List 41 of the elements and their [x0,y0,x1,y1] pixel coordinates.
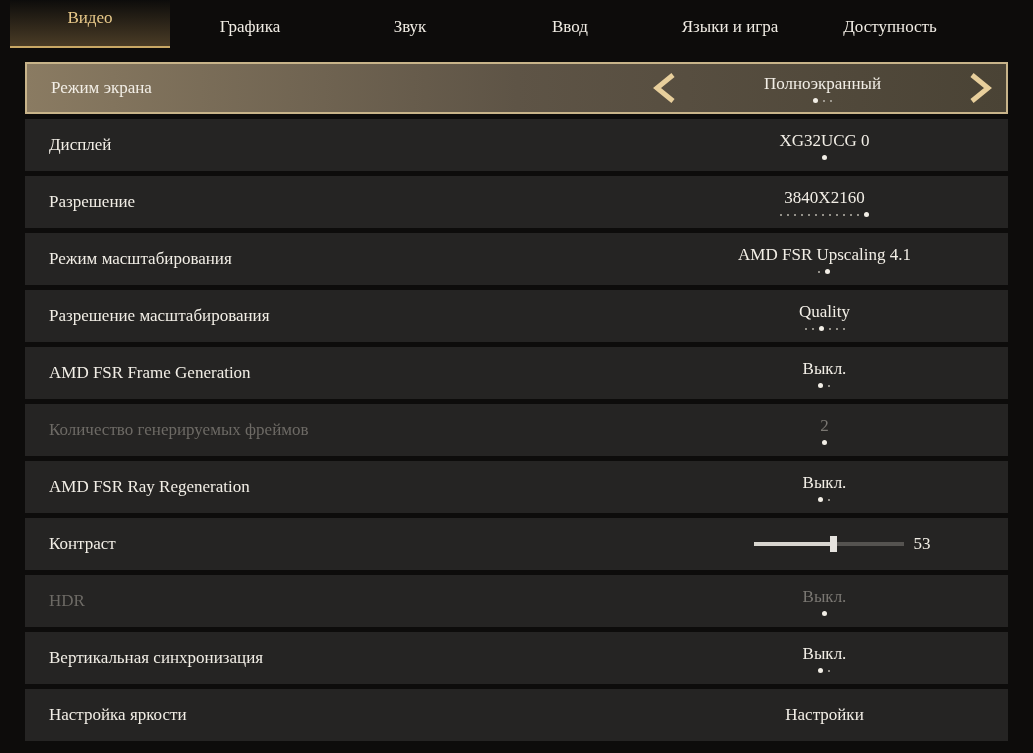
setting-row[interactable]: Режим экрана Полноэкранный [25,62,1008,114]
setting-value: AMD FSR Upscaling 4.1 [738,244,911,267]
setting-label: Вертикальная синхронизация [48,647,265,670]
setting-label: AMD FSR Frame Generation [48,362,252,385]
tab[interactable]: Графика [170,0,330,48]
setting-label: Разрешение масштабирования [48,305,271,328]
slider-thumb[interactable] [830,536,837,552]
slider-value: 53 [913,533,931,556]
setting-value: Выкл. [802,358,847,381]
setting-label: AMD FSR Ray Regeneration [48,476,251,499]
setting-label: Дисплей [48,134,113,157]
setting-row[interactable]: Дисплей XG32UCG 0 [25,119,1008,171]
settings-button[interactable]: Настройки [785,702,864,728]
tab[interactable]: Ввод [490,0,650,48]
setting-value: Выкл. [802,586,847,609]
setting-label: HDR [48,590,86,613]
setting-label: Контраст [48,533,117,556]
tab[interactable]: Языки и игра [650,0,810,48]
setting-label: Режим масштабирования [48,248,233,271]
setting-label: Режим экрана [50,77,153,100]
setting-value: XG32UCG 0 [779,130,870,153]
tab[interactable]: Видео [10,0,170,48]
setting-value: Выкл. [802,472,847,495]
setting-row[interactable]: Настройка яркости Настройки [25,689,1008,741]
setting-label: Разрешение [48,191,137,214]
setting-value: 3840X2160 [784,187,865,210]
setting-value: Quality [799,301,850,324]
setting-value: 2 [820,415,829,438]
tab[interactable]: Доступность [810,0,970,48]
setting-row[interactable]: AMD FSR Ray Regeneration Выкл. [25,461,1008,513]
setting-row[interactable]: Разрешение масштабирования Quality [25,290,1008,342]
setting-row[interactable]: Контраст 53 [25,518,1008,570]
setting-row[interactable]: AMD FSR Frame Generation Выкл. [25,347,1008,399]
setting-row[interactable]: Разрешение 3840X2160 [25,176,1008,228]
setting-row[interactable]: Режим масштабирования AMD FSR Upscaling 4.1 [25,233,1008,285]
setting-value: Выкл. [802,643,847,666]
tab[interactable]: Звук [330,0,490,48]
setting-value: Полноэкранный [763,73,882,96]
setting-label: Количество генерируемых фреймов [48,419,310,442]
setting-row[interactable]: Вертикальная синхронизация Выкл. [25,632,1008,684]
setting-label: Настройка яркости [48,704,188,727]
